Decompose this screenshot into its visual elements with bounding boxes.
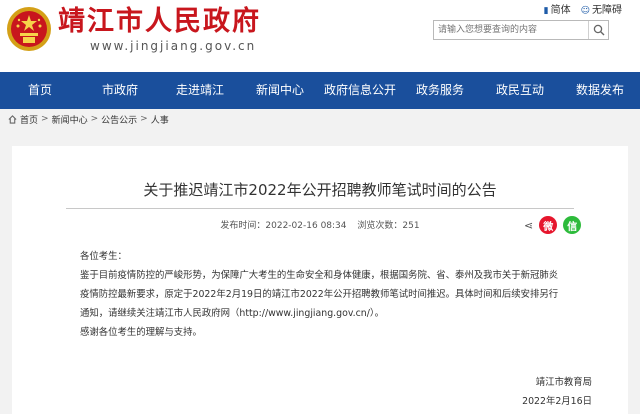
util-label: 无障碍 xyxy=(592,5,622,16)
breadcrumb-item-news[interactable]: 新闻中心 xyxy=(52,113,88,126)
nav-item-news[interactable]: 新闻中心 xyxy=(240,72,320,109)
nav-item-services[interactable]: 政务服务 xyxy=(400,72,480,109)
nav-item-info-disclosure[interactable]: 政府信息公开 xyxy=(320,72,400,109)
util-link-accessibility[interactable]: ☺ 无障碍 xyxy=(581,5,622,17)
nav-item-government[interactable]: 市政府 xyxy=(80,72,160,109)
share-bar: ⋖ 微 信 xyxy=(524,216,582,234)
breadcrumb-item-notices[interactable]: 公告公示 xyxy=(101,113,137,126)
nav-item-interaction[interactable]: 政民互动 xyxy=(480,72,560,109)
breadcrumb-separator: > xyxy=(140,114,148,124)
site-domain: www.jingjiang.gov.cn xyxy=(90,39,257,53)
search-icon xyxy=(593,24,604,36)
national-emblem-icon xyxy=(7,7,51,51)
home-icon xyxy=(8,114,17,124)
article-thanks: 感谢各位考生的理解与支持。 xyxy=(80,327,202,338)
breadcrumb-separator: > xyxy=(41,114,49,124)
utility-links: ▮ 简体 ☺ 无障碍 xyxy=(544,5,622,17)
breadcrumb-separator: > xyxy=(90,114,99,124)
breadcrumb: 首页 > 新闻中心 > 公告公示 > 人事 xyxy=(8,112,169,126)
share-icon[interactable]: ⋖ xyxy=(524,219,533,232)
article-signature: 靖江市教育局 2022年2月16日 xyxy=(472,373,592,411)
weibo-share-icon[interactable]: 微 xyxy=(539,216,558,234)
view-count: 浏览次数：251 xyxy=(357,221,420,231)
article-greeting: 各位考生： xyxy=(80,251,127,262)
nav-item-data[interactable]: 数据发布 xyxy=(560,72,640,109)
search-box xyxy=(433,20,609,40)
article-paragraph: 鉴于目前疫情防控的严峻形势，为保障广大考生的生命安全和身体健康，根据国务院、省、… xyxy=(80,270,559,319)
site-header: 靖江市人民政府 www.jingjiang.gov.cn ▮ 简体 ☺ 无障碍 xyxy=(0,0,640,72)
nav-item-home[interactable]: 首页 xyxy=(0,72,80,109)
wechat-share-icon[interactable]: 信 xyxy=(563,216,582,234)
signature-date: 2022年2月16日 xyxy=(522,396,592,407)
search-input[interactable] xyxy=(434,21,588,39)
util-link-simplified[interactable]: ▮ 简体 xyxy=(544,5,571,17)
article-panel: 关于推迟靖江市2022年公开招聘教师笔试时间的公告 发布时间：2022-02-1… xyxy=(12,146,628,414)
main-nav: 首页 市政府 走进靖江 新闻中心 政府信息公开 政务服务 政民互动 数据发布 xyxy=(0,72,640,109)
title-divider xyxy=(66,208,574,209)
breadcrumb-item-personnel[interactable]: 人事 xyxy=(151,113,169,126)
site-name: 靖江市人民政府 xyxy=(58,6,261,37)
mobile-icon: ▮ xyxy=(543,6,549,16)
article-body: 各位考生： 鉴于目前疫情防控的严峻形势，为保障广大考生的生命安全和身体健康，根据… xyxy=(80,247,566,342)
publish-time: 发布时间：2022-02-16 08:34 xyxy=(220,221,347,231)
signature-org: 靖江市教育局 xyxy=(535,377,592,388)
nav-item-about[interactable]: 走进靖江 xyxy=(160,72,240,109)
breadcrumb-item-home[interactable]: 首页 xyxy=(20,113,38,126)
accessibility-icon: ☺ xyxy=(580,6,590,16)
util-label: 简体 xyxy=(550,5,571,16)
search-button[interactable] xyxy=(588,21,608,39)
article-title: 关于推迟靖江市2022年公开招聘教师笔试时间的公告 xyxy=(143,181,497,199)
